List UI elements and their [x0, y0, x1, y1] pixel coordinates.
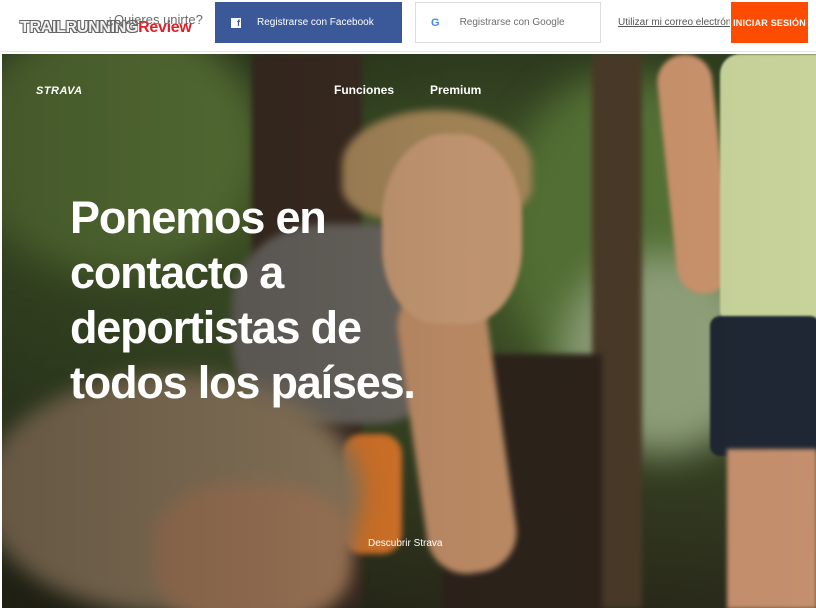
- join-prompt: ¿Quieres unirte?: [106, 12, 203, 27]
- email-signup-link[interactable]: Utilizar mi correo electrónico: [618, 17, 730, 28]
- discover-strava-link[interactable]: Descubrir Strava: [368, 538, 442, 549]
- facebook-icon: f: [231, 17, 241, 28]
- google-icon: G: [431, 16, 440, 29]
- strava-logo[interactable]: STRAVA: [36, 85, 83, 97]
- facebook-signup-label: Registrarse con Facebook: [257, 17, 374, 28]
- google-signup-label: Registrarse con Google: [459, 17, 565, 28]
- login-button[interactable]: INICIAR SESIÓN: [731, 2, 808, 43]
- facebook-signup-button[interactable]: f Registrarse con Facebook: [215, 2, 402, 43]
- signup-bar: TRAILRUNNINGReview ¿Quieres unirte? f Re…: [0, 0, 816, 52]
- google-signup-button[interactable]: G Registrarse con Google: [415, 2, 601, 43]
- nav-premium[interactable]: Premium: [430, 83, 481, 97]
- nav-funciones[interactable]: Funciones: [334, 83, 394, 97]
- hero-headline: Ponemos en contacto a deportistas de tod…: [70, 192, 416, 408]
- hero-section: STRAVA Funciones Premium Ponemos en cont…: [2, 54, 816, 608]
